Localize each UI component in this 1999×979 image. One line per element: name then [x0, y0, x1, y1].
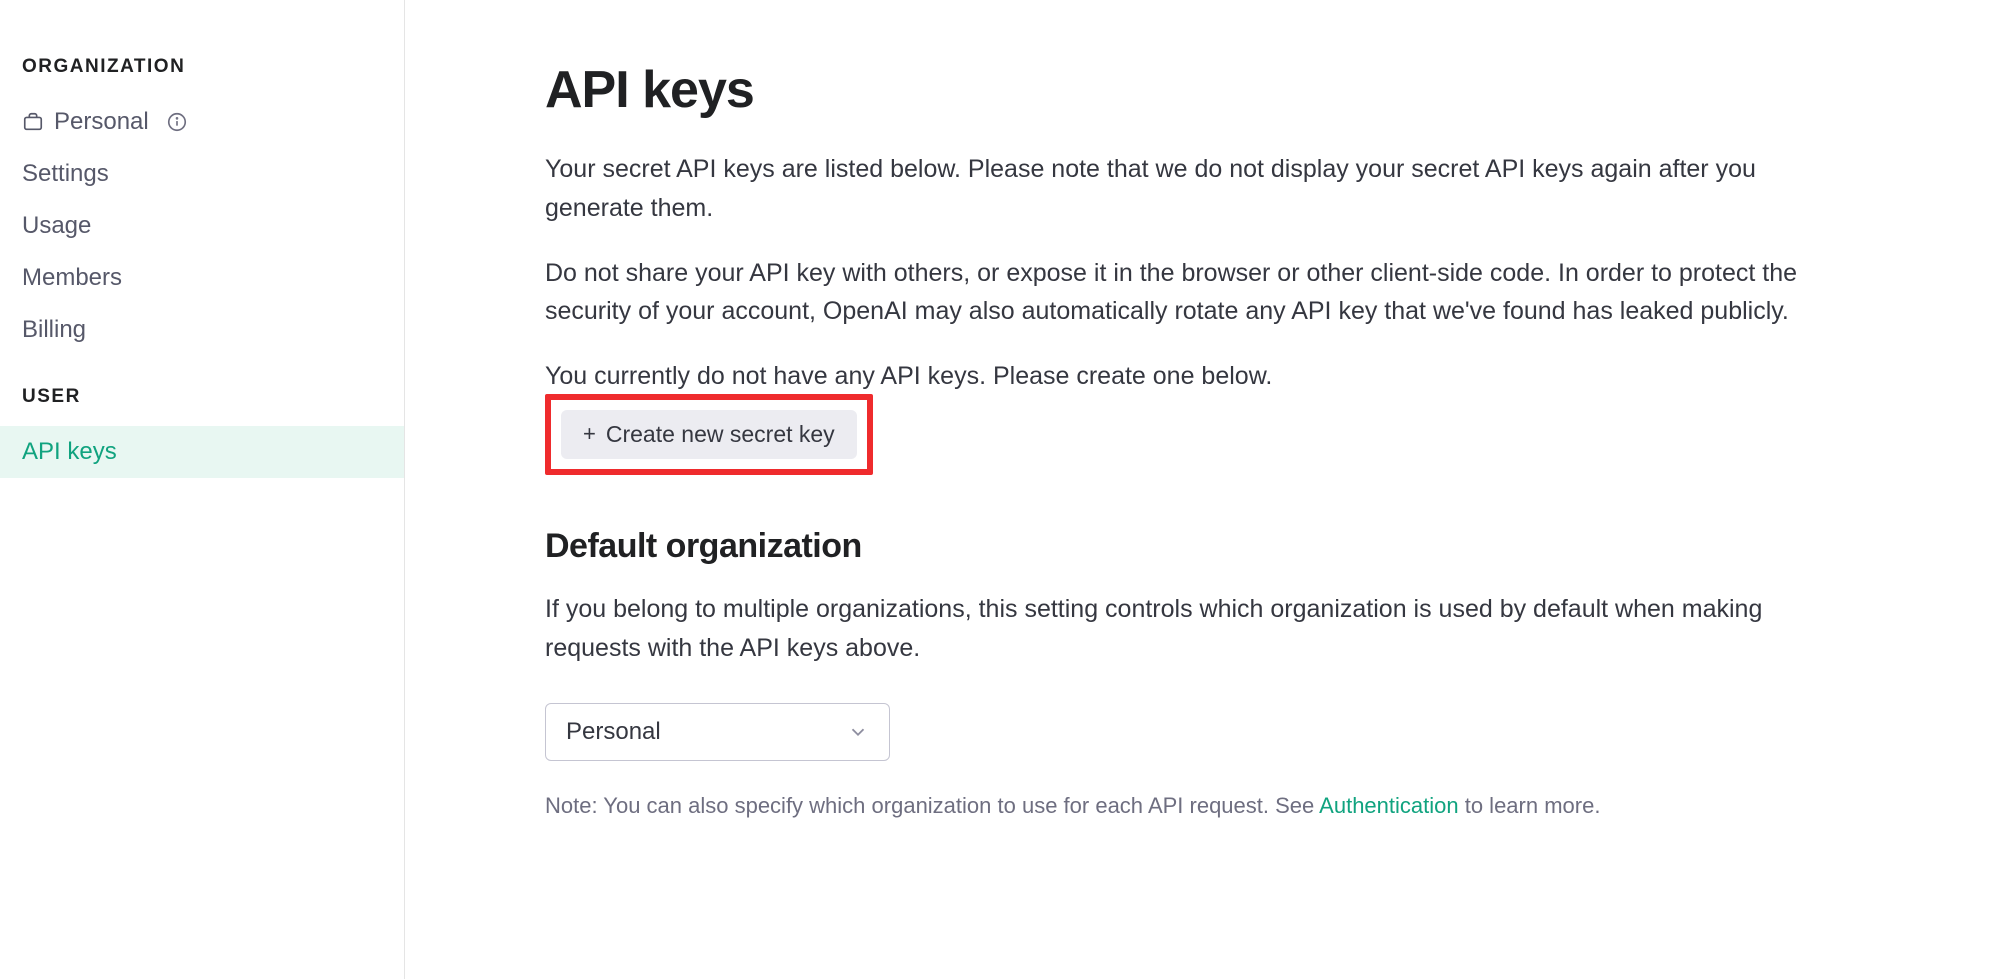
sidebar-item-members[interactable]: Members [0, 252, 404, 304]
default-org-description: If you belong to multiple organizations,… [545, 590, 1845, 668]
page-title: API keys [545, 60, 1845, 120]
authentication-link[interactable]: Authentication [1319, 793, 1458, 818]
sidebar-item-billing[interactable]: Billing [0, 304, 404, 356]
sidebar-item-api-keys[interactable]: API keys [0, 426, 404, 478]
main-content: API keys Your secret API keys are listed… [405, 0, 1999, 979]
sidebar-item-label: Billing [22, 316, 86, 344]
sidebar: ORGANIZATION Personal Settings Usage Mem… [0, 0, 405, 979]
sidebar-org-name: Personal [54, 108, 149, 136]
footnote: Note: You can also specify which organiz… [545, 789, 1845, 822]
default-org-heading: Default organization [545, 527, 1845, 566]
no-keys-message: You currently do not have any API keys. … [545, 357, 1845, 396]
footnote-prefix: Note: You can also specify which organiz… [545, 793, 1319, 818]
intro-paragraph-1: Your secret API keys are listed below. P… [545, 150, 1845, 228]
sidebar-item-settings[interactable]: Settings [0, 148, 404, 200]
intro-paragraph-2: Do not share your API key with others, o… [545, 254, 1845, 332]
create-secret-key-button[interactable]: + Create new secret key [561, 410, 857, 459]
sidebar-item-org-personal[interactable]: Personal [0, 96, 404, 148]
create-key-highlight-box: + Create new secret key [545, 394, 873, 475]
plus-icon: + [583, 423, 596, 445]
select-value: Personal [566, 718, 661, 746]
create-button-label: Create new secret key [606, 421, 835, 448]
default-org-select[interactable]: Personal [545, 703, 890, 761]
sidebar-item-label: API keys [22, 438, 117, 466]
briefcase-icon [22, 111, 44, 133]
chevron-down-icon [847, 721, 869, 743]
info-icon[interactable] [165, 110, 189, 134]
sidebar-item-label: Members [22, 264, 122, 292]
footnote-suffix: to learn more. [1459, 793, 1601, 818]
sidebar-item-label: Usage [22, 212, 91, 240]
sidebar-item-usage[interactable]: Usage [0, 200, 404, 252]
sidebar-heading-user: USER [0, 386, 404, 426]
sidebar-item-label: Settings [22, 160, 109, 188]
sidebar-heading-organization: ORGANIZATION [0, 56, 404, 96]
